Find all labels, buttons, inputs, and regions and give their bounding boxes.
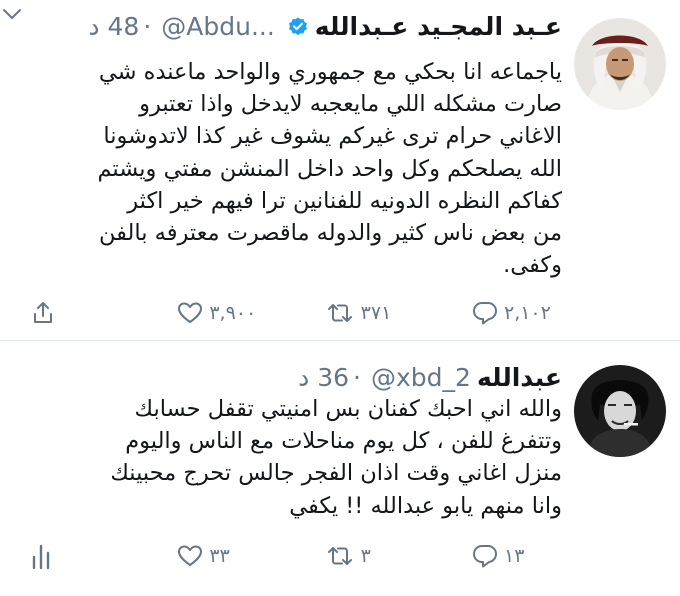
reply-button[interactable]: ١٣ [472, 543, 562, 569]
tweet[interactable]: عـبد المجـيد عـبدالله @Abdu... · 48 د يا… [0, 0, 680, 341]
display-name[interactable]: عبدالله [477, 363, 562, 392]
retweet-button[interactable]: ٣٧١ [325, 301, 415, 325]
tweet-text: والله اني احبك كفنان بس امنيتي تقفل حساب… [20, 393, 562, 522]
display-name[interactable]: عـبد المجـيد عـبدالله [315, 12, 562, 41]
tweet-header: عبدالله @xbd_2 · 36 د [20, 363, 562, 392]
tweet-text-line: وكفى. [503, 252, 562, 279]
like-count: ٣٣ [209, 545, 230, 567]
tweet-text-line: ياجماعه انا بحكي مع جمهوري والواحد ماعند… [98, 59, 562, 85]
tweet-text-line: الله يصلحكم وكل واحد داخل المنشن مفتي وي… [97, 155, 562, 182]
analytics-icon [30, 542, 52, 570]
like-icon [177, 301, 203, 325]
username[interactable]: @Abdu... [161, 12, 275, 41]
retweet-icon [325, 544, 355, 568]
tweet-text-line: والله اني احبك كفنان بس امنيتي تقفل حساب… [134, 396, 563, 422]
tweet-text-line: وانا منهم يابو عبدالله !! يكفي [289, 492, 562, 519]
reply-icon [472, 300, 498, 326]
avatar-image [574, 18, 666, 110]
separator: · [353, 363, 361, 392]
tweet-actions: ٣٣ ٣ ١٣ [30, 542, 562, 570]
reply-count: ١٣ [503, 545, 525, 567]
analytics-button[interactable] [30, 542, 120, 570]
tweet-text-line: الاغاني حرام ترى غيركم يشوف غير كذا لاتد… [103, 123, 562, 150]
like-button[interactable]: ٣,٩٠٠ [177, 301, 267, 325]
tweet-text-line: من بعض ناس كثير والدوله ماقصرت معترفه با… [99, 220, 562, 247]
separator: · [143, 12, 152, 41]
retweet-count: ٣٧١ [360, 302, 392, 324]
retweet-count: ٣ [360, 545, 371, 567]
retweet-button[interactable]: ٣ [325, 544, 415, 568]
like-button[interactable]: ٣٣ [177, 544, 267, 568]
tweet-text-line: كفاكم النظره الدونيه للفنانين ترا فيهم خ… [127, 187, 562, 214]
tweet-text-line: وتتفرغ للفن ، كل يوم مناحلات مع الناس وا… [125, 428, 562, 455]
tweet-text: ياجماعه انا بحكي مع جمهوري والواحد ماعند… [20, 56, 562, 281]
share-button[interactable] [30, 300, 120, 326]
like-icon [177, 544, 203, 568]
tweet-text-line: منزل اغاني وقت اذان الفجر جالس تحرج محبي… [110, 460, 562, 487]
timestamp[interactable]: 48 د [88, 12, 139, 41]
share-icon [30, 300, 56, 326]
verified-badge-icon [287, 16, 309, 38]
avatar[interactable] [574, 365, 666, 457]
reply-count: ٢,١٠٢ [503, 302, 551, 324]
reply-icon [472, 543, 498, 569]
reply-button[interactable]: ٢,١٠٢ [472, 300, 562, 326]
username[interactable]: @xbd_2 [371, 363, 471, 392]
avatar-image [574, 365, 666, 457]
like-count: ٣,٩٠٠ [209, 302, 257, 324]
avatar[interactable] [574, 18, 666, 110]
tweet-actions: ٣,٩٠٠ ٣٧١ ٢,١٠٢ [30, 300, 562, 326]
timestamp[interactable]: 36 د [298, 363, 349, 392]
chevron-down-icon[interactable] [0, 4, 24, 28]
tweet-header: عـبد المجـيد عـبدالله @Abdu... · 48 د [20, 12, 562, 41]
retweet-icon [325, 301, 355, 325]
tweet-text-line: صارت مشكله اللي مايعجبه لايدخل واذا تعتب… [139, 91, 562, 118]
